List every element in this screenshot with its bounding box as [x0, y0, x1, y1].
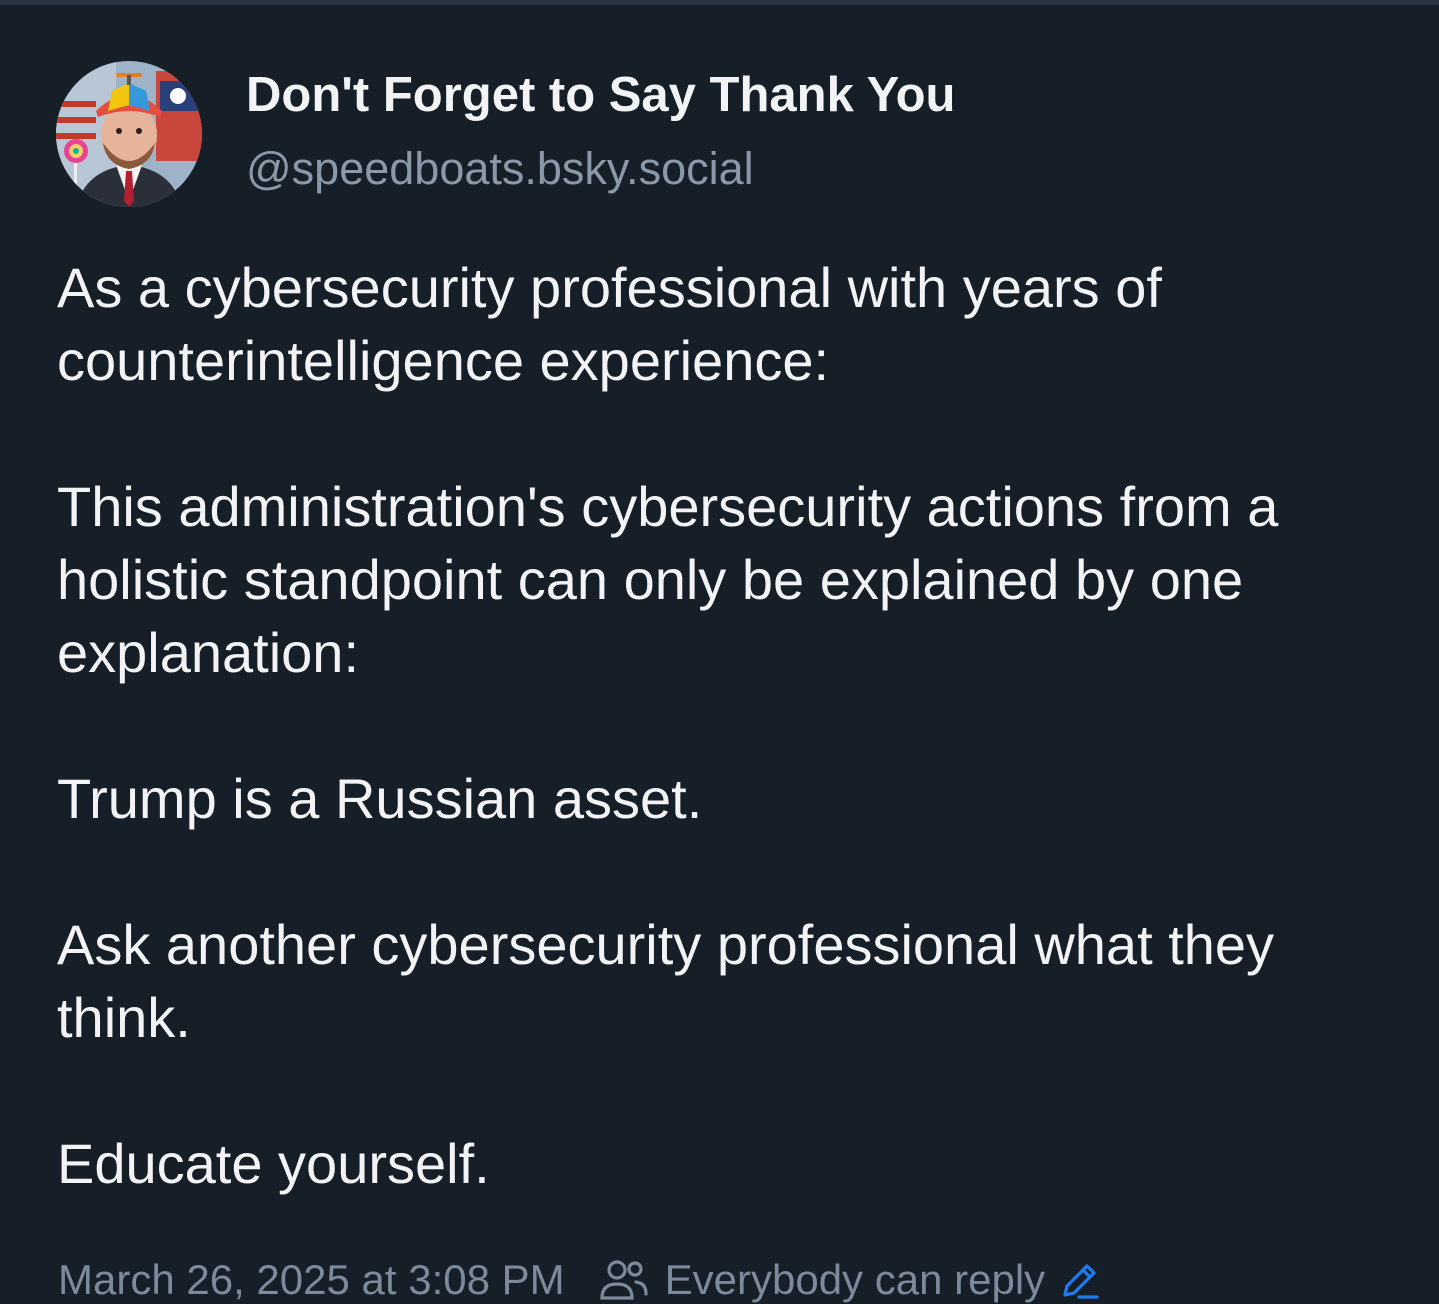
- post-meta: March 26, 2025 at 3:08 PM Everybody can …: [58, 1252, 1101, 1304]
- post-paragraph: As a cybersecurity professional with yea…: [57, 256, 1162, 392]
- post-paragraph: Educate yourself.: [57, 1132, 490, 1195]
- reply-setting-label: Everybody can reply: [664, 1256, 1046, 1303]
- author-handle[interactable]: @speedboats.bsky.social: [246, 140, 754, 198]
- post-paragraph: Trump is a Russian asset.: [57, 767, 703, 830]
- post-text: As a cybersecurity professional with yea…: [57, 251, 1397, 1200]
- author-avatar[interactable]: [56, 61, 202, 207]
- reply-setting-button[interactable]: Everybody can reply: [599, 1256, 1102, 1304]
- post-paragraph: Ask another cybersecurity professional w…: [57, 913, 1275, 1049]
- post-paragraph: This administration's cybersecurity acti…: [57, 475, 1279, 684]
- pencil-icon[interactable]: [1059, 1259, 1101, 1301]
- author-display-name[interactable]: Don't Forget to Say Thank You: [246, 64, 955, 126]
- top-divider: [0, 0, 1439, 5]
- people-icon: [599, 1258, 649, 1302]
- post-timestamp[interactable]: March 26, 2025 at 3:08 PM: [58, 1256, 565, 1304]
